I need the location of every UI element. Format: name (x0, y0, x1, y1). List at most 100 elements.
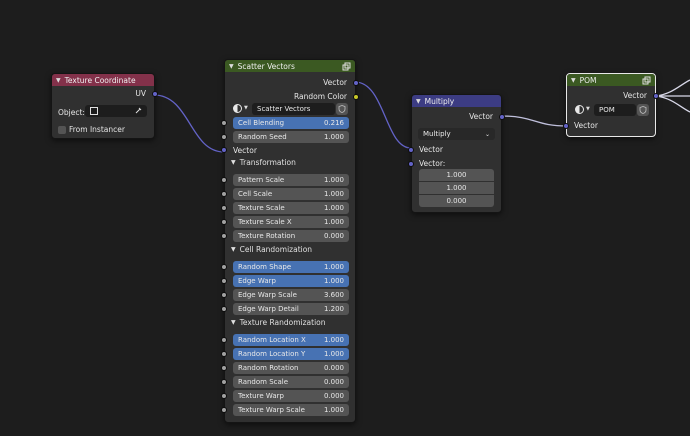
node-group-name-field[interactable]: POM (594, 104, 636, 116)
input-vector-b-socket[interactable] (408, 161, 414, 167)
node-title: Texture Coordinate (64, 75, 136, 85)
random-seed-socket[interactable] (221, 134, 227, 140)
input-vector-label: Vector (419, 145, 443, 154)
random-rotation-socket[interactable] (221, 365, 227, 371)
from-instancer-label: From Instancer (69, 125, 125, 134)
object-label: Object: (58, 108, 85, 117)
scatter-vectors-node[interactable]: ▼ Scatter Vectors Vector Random Color ▼ … (221, 59, 359, 423)
vector-x-field[interactable]: 1.000 (419, 169, 494, 181)
edge-warp-field[interactable]: Edge Warp 1.000 (233, 275, 349, 287)
from-instancer-checkbox[interactable] (58, 126, 66, 134)
output-vector-label: Vector (323, 78, 347, 87)
edge-warp-scale-socket[interactable] (221, 292, 227, 298)
input-vector-socket[interactable] (408, 147, 414, 153)
texture-warp-scale-field[interactable]: Texture Warp Scale 1.000 (233, 404, 349, 416)
input-vector-b-label: Vector: (419, 159, 446, 168)
collapse-chevron-icon[interactable]: ▼ (571, 77, 576, 84)
multiply-header[interactable]: ▼ Multiply (412, 95, 501, 107)
output-random-color-label: Random Color (293, 92, 347, 101)
node-title: Multiply (424, 96, 455, 106)
edge-warp-socket[interactable] (221, 278, 227, 284)
link-multiply-to-pom (500, 115, 568, 127)
pom-header[interactable]: ▼ POM (567, 74, 655, 86)
cell-blending-field[interactable]: Cell Blending 0.216 (233, 117, 349, 129)
output-vector-label: Vector (469, 112, 493, 121)
input-vector-label: Vector (233, 146, 257, 155)
scatter-vectors-header[interactable]: ▼ Scatter Vectors (225, 60, 355, 72)
input-vector-label: Vector (574, 121, 598, 130)
texture-scale-x-socket[interactable] (221, 219, 227, 225)
transformation-panel-header[interactable]: ▼ Transformation (231, 158, 296, 167)
output-uv-label: UV (135, 89, 146, 98)
collapse-chevron-icon[interactable]: ▼ (416, 98, 421, 105)
texture-warp-field[interactable]: Texture Warp 0.000 (233, 390, 349, 402)
output-vector-label: Vector (623, 91, 647, 100)
input-vector-socket[interactable] (221, 147, 227, 153)
input-vector-socket[interactable] (563, 123, 569, 129)
chevron-down-icon: ⌄ (484, 130, 490, 138)
link-uv-to-scatter-vector (153, 94, 225, 153)
output-vector-socket[interactable] (353, 80, 359, 86)
object-field[interactable] (85, 105, 147, 117)
fake-user-shield-icon[interactable] (637, 104, 649, 116)
node-group-icon[interactable] (342, 62, 351, 71)
chevron-down-icon[interactable]: ▼ (231, 319, 236, 326)
random-location-x-field[interactable]: Random Location X 1.000 (233, 334, 349, 346)
random-location-y-field[interactable]: Random Location Y 1.000 (233, 348, 349, 360)
vector-z-field[interactable]: 0.000 (419, 195, 494, 207)
edge-warp-scale-field[interactable]: Edge Warp Scale 3.600 (233, 289, 349, 301)
texture-coordinate-header[interactable]: ▼ Texture Coordinate (52, 74, 154, 86)
link-pom-out-1 (655, 79, 690, 97)
random-location-y-socket[interactable] (221, 351, 227, 357)
cell-blending-socket[interactable] (221, 120, 227, 126)
collapse-chevron-icon[interactable]: ▼ (229, 63, 234, 70)
cell-randomization-panel-header[interactable]: ▼ Cell Randomization (231, 245, 312, 254)
texture-randomization-panel-header[interactable]: ▼ Texture Randomization (231, 318, 326, 327)
random-scale-field[interactable]: Random Scale 0.000 (233, 376, 349, 388)
texture-scale-x-field[interactable]: Texture Scale X 1.000 (233, 216, 349, 228)
output-vector-socket[interactable] (499, 114, 505, 120)
multiply-node[interactable]: ▼ Multiply Vector Multiply ⌄ Vector Vect… (408, 94, 505, 213)
random-scale-socket[interactable] (221, 379, 227, 385)
edge-warp-detail-field[interactable]: Edge Warp Detail 1.200 (233, 303, 349, 315)
object-cube-icon (90, 107, 98, 115)
pom-node[interactable]: ▼ POM Vector ▼ POM Vector (563, 73, 659, 137)
node-tree-icon[interactable] (575, 105, 584, 114)
collapse-chevron-icon[interactable]: ▼ (56, 77, 61, 84)
pattern-scale-socket[interactable] (221, 177, 227, 183)
texture-rotation-field[interactable]: Texture Rotation 0.000 (233, 230, 349, 242)
chevron-down-icon[interactable]: ▼ (244, 105, 248, 111)
random-location-x-socket[interactable] (221, 337, 227, 343)
vector-y-field[interactable]: 1.000 (419, 182, 494, 194)
random-seed-field[interactable]: Random Seed 1.000 (233, 131, 349, 143)
texture-rotation-socket[interactable] (221, 233, 227, 239)
random-rotation-field[interactable]: Random Rotation 0.000 (233, 362, 349, 374)
node-title: Scatter Vectors (237, 61, 295, 71)
node-title: POM (579, 75, 597, 85)
random-shape-field[interactable]: Random Shape 1.000 (233, 261, 349, 273)
output-vector-socket[interactable] (653, 93, 659, 99)
texture-coordinate-node[interactable]: ▼ Texture Coordinate UV Object: From Ins… (51, 73, 158, 139)
texture-warp-socket[interactable] (221, 393, 227, 399)
texture-scale-field[interactable]: Texture Scale 1.000 (233, 202, 349, 214)
chevron-down-icon[interactable]: ▼ (586, 106, 590, 112)
node-group-name-field[interactable]: Scatter Vectors (252, 103, 335, 115)
link-pom-out-3 (655, 95, 690, 113)
eyedropper-icon[interactable] (135, 107, 142, 116)
fake-user-shield-icon[interactable] (336, 103, 348, 115)
operation-dropdown[interactable]: Multiply ⌄ (418, 128, 495, 140)
output-uv-socket[interactable] (152, 91, 158, 97)
cell-scale-field[interactable]: Cell Scale 1.000 (233, 188, 349, 200)
output-random-color-socket[interactable] (353, 94, 359, 100)
random-shape-socket[interactable] (221, 264, 227, 270)
edge-warp-detail-socket[interactable] (221, 306, 227, 312)
pattern-scale-field[interactable]: Pattern Scale 1.000 (233, 174, 349, 186)
node-group-icon[interactable] (642, 76, 651, 85)
link-scatter-vector-to-multiply (354, 81, 412, 149)
node-tree-icon[interactable] (233, 104, 242, 113)
chevron-down-icon[interactable]: ▼ (231, 246, 236, 253)
texture-warp-scale-socket[interactable] (221, 407, 227, 413)
texture-scale-socket[interactable] (221, 205, 227, 211)
chevron-down-icon[interactable]: ▼ (231, 159, 236, 166)
cell-scale-socket[interactable] (221, 191, 227, 197)
